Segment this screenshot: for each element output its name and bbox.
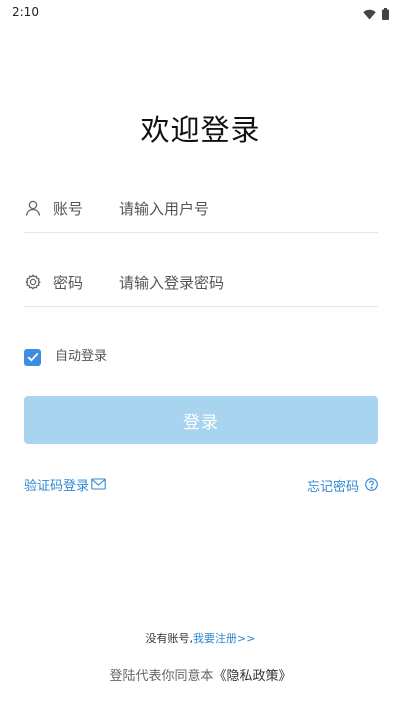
account-input[interactable] (119, 196, 374, 222)
password-input[interactable] (119, 270, 374, 296)
account-label: 账号 (53, 200, 84, 218)
register-line: 没有账号,我要注册>> (0, 631, 401, 647)
forgot-password-link[interactable]: 忘记密码 (307, 478, 378, 497)
sms-login-link[interactable]: 验证码登录 (24, 478, 106, 496)
status-icons (363, 5, 389, 24)
sms-login-label: 验证码登录 (24, 479, 90, 494)
wifi-icon (363, 5, 376, 24)
login-button[interactable]: 登录 (24, 396, 378, 444)
register-link[interactable]: 我要注册>> (193, 632, 255, 645)
privacy-policy-link[interactable]: 《隐私政策》 (214, 669, 292, 684)
help-circle-icon (365, 478, 378, 497)
status-time: 2:10 (12, 5, 39, 19)
page-title: 欢迎登录 (140, 113, 261, 147)
auto-login-checkbox[interactable] (24, 348, 41, 366)
battery-icon (382, 5, 389, 24)
register-prefix: 没有账号, (145, 632, 194, 645)
forgot-password-label: 忘记密码 (306, 479, 359, 495)
policy-line: 登陆代表你同意本《隐私政策》 (0, 668, 401, 686)
auto-login-toggle[interactable]: 自动登录 (24, 348, 107, 366)
password-row: 密码 (24, 262, 378, 307)
auto-login-label: 自动登录 (55, 349, 108, 364)
check-icon (27, 352, 38, 362)
mail-icon (91, 478, 106, 496)
account-row: 账号 (24, 188, 378, 233)
status-bar: 2:10 (0, 0, 401, 24)
password-label: 密码 (53, 274, 84, 292)
gear-icon (24, 273, 42, 291)
policy-prefix: 登陆代表你同意本 (109, 669, 214, 684)
user-icon (24, 199, 42, 217)
